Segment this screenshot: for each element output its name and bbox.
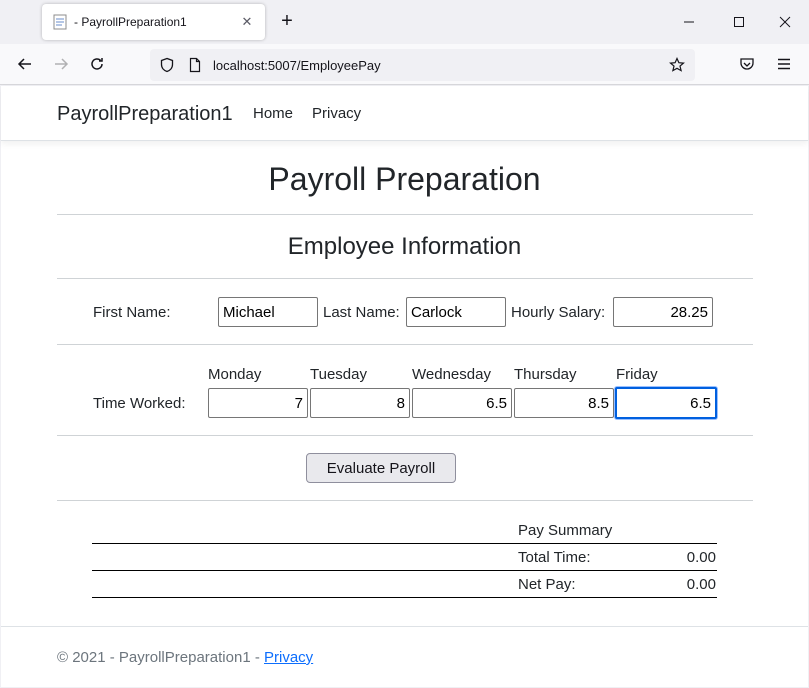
nav-home-link[interactable]: Home	[253, 105, 293, 122]
page-title: Payroll Preparation	[268, 161, 541, 197]
last-name-label: Last Name:	[323, 304, 400, 321]
day-label-friday: Friday	[616, 366, 658, 383]
divider	[57, 344, 753, 345]
new-tab-icon[interactable]: +	[276, 10, 298, 32]
divider	[57, 500, 753, 501]
section-title: Employee Information	[287, 233, 522, 260]
summary-rule	[92, 570, 717, 571]
pay-summary-title: Pay Summary	[518, 522, 613, 539]
browser-toolbar: localhost:5007/EmployeePay	[0, 44, 809, 85]
browser-tab[interactable]: - PayrollPreparation1 ✕	[42, 4, 265, 40]
thursday-hours-field[interactable]	[514, 388, 614, 418]
page-info-icon[interactable]	[187, 57, 203, 73]
reload-icon[interactable]	[86, 53, 108, 75]
total-time-label: Total Time:	[518, 549, 591, 566]
page-content: PayrollPreparation1 Home Privacy Payroll…	[1, 86, 808, 687]
page-icon	[53, 14, 67, 30]
site-navbar: PayrollPreparation1 Home Privacy	[1, 86, 808, 141]
url-bar[interactable]: localhost:5007/EmployeePay	[150, 49, 695, 81]
monday-hours-field[interactable]	[208, 388, 308, 418]
minimize-icon[interactable]	[674, 7, 704, 37]
friday-hours-field[interactable]	[615, 387, 717, 419]
browser-tab-bar: - PayrollPreparation1 ✕ +	[0, 0, 809, 44]
total-time-value: 0.00	[686, 549, 716, 566]
hourly-salary-field[interactable]	[613, 297, 713, 327]
close-window-icon[interactable]	[770, 7, 800, 37]
divider	[57, 278, 753, 279]
first-name-field[interactable]	[218, 297, 318, 327]
divider	[57, 214, 753, 215]
tuesday-hours-field[interactable]	[310, 388, 410, 418]
menu-icon[interactable]	[773, 53, 795, 75]
close-tab-icon[interactable]: ✕	[239, 14, 255, 30]
day-label-monday: Monday	[208, 366, 262, 383]
bookmark-star-icon[interactable]	[669, 57, 685, 73]
site-brand[interactable]: PayrollPreparation1	[57, 103, 233, 126]
day-label-wednesday: Wednesday	[412, 366, 491, 383]
footer-divider	[1, 626, 808, 627]
first-name-label: First Name:	[93, 304, 171, 321]
footer: © 2021 - PayrollPreparation1 - Privacy	[57, 649, 313, 666]
hourly-salary-label: Hourly Salary:	[511, 304, 606, 321]
url-text[interactable]: localhost:5007/EmployeePay	[213, 58, 381, 73]
time-worked-label: Time Worked:	[93, 395, 186, 412]
net-pay-label: Net Pay:	[518, 576, 576, 593]
day-label-tuesday: Tuesday	[310, 366, 367, 383]
shield-icon[interactable]	[159, 57, 175, 73]
forward-icon[interactable]	[50, 53, 72, 75]
back-icon[interactable]	[14, 53, 36, 75]
tab-title: - PayrollPreparation1	[74, 15, 187, 29]
net-pay-value: 0.00	[686, 576, 716, 593]
evaluate-payroll-button[interactable]: Evaluate Payroll	[306, 453, 456, 483]
wednesday-hours-field[interactable]	[412, 388, 512, 418]
day-label-thursday: Thursday	[514, 366, 577, 383]
summary-rule	[92, 597, 717, 598]
footer-privacy-link[interactable]: Privacy	[264, 649, 313, 666]
divider	[57, 435, 753, 436]
last-name-field[interactable]	[406, 297, 506, 327]
maximize-icon[interactable]	[724, 7, 754, 37]
nav-privacy-link[interactable]: Privacy	[312, 105, 361, 122]
footer-text: © 2021 - PayrollPreparation1 -	[57, 649, 264, 666]
summary-rule	[92, 543, 717, 544]
pocket-icon[interactable]	[736, 53, 758, 75]
